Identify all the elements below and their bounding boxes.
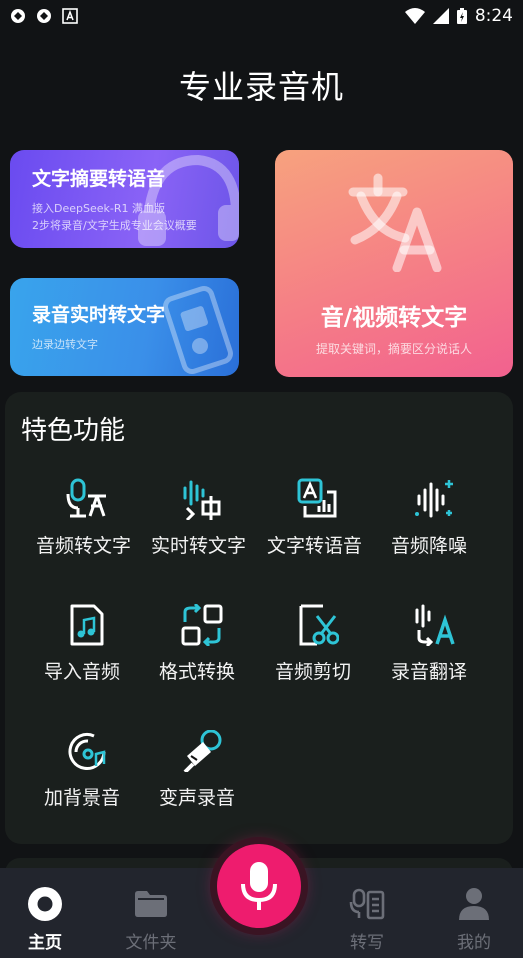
realtime-transcribe-card[interactable]: 录音实时转文字 边录边转文字 bbox=[10, 278, 239, 376]
av-card-title: 音/视频转文字 bbox=[320, 305, 468, 331]
a-notification-icon bbox=[62, 8, 78, 24]
recorder-icon bbox=[163, 286, 233, 374]
nav-item-home[interactable]: 主页 bbox=[0, 886, 90, 953]
summary-card-sub-1: 接入DeepSeek-R1 满血版 bbox=[32, 202, 165, 215]
translate-icon bbox=[348, 173, 442, 272]
status-left bbox=[10, 8, 78, 24]
microphone-icon bbox=[241, 862, 277, 910]
feature-audio-to-text[interactable]: 音频转文字 bbox=[30, 478, 140, 588]
transcribe-icon bbox=[349, 888, 385, 920]
feature-label: 音频剪切 bbox=[275, 661, 352, 683]
nav-label: 文件夹 bbox=[125, 933, 177, 953]
app-notification-icon bbox=[11, 9, 25, 23]
feature-label: 录音翻译 bbox=[391, 661, 468, 683]
feature-heading: 特色功能 bbox=[21, 416, 126, 446]
feature-label: 实时转文字 bbox=[151, 535, 247, 557]
av-card-sub: 提取关键词，摘要区分说话人 bbox=[315, 342, 472, 356]
status-right: 8:24 bbox=[404, 6, 513, 26]
profile-icon bbox=[459, 888, 489, 920]
feature-audio-cut[interactable]: 音频剪切 bbox=[261, 604, 371, 714]
realtime-card-sub: 边录边转文字 bbox=[32, 338, 98, 351]
nav-item-transcribe[interactable]: 转写 bbox=[322, 886, 412, 953]
feature-label: 导入音频 bbox=[44, 661, 121, 683]
feature-label: 音频降噪 bbox=[391, 535, 468, 557]
av-to-text-card[interactable]: 音/视频转文字 提取关键词，摘要区分说话人 bbox=[275, 150, 513, 377]
feature-voice-changer[interactable]: 变声录音 bbox=[145, 730, 255, 840]
format-convert-icon bbox=[181, 604, 223, 646]
home-icon bbox=[28, 887, 62, 921]
import-audio-icon bbox=[70, 604, 104, 646]
nav-item-folder[interactable]: 文件夹 bbox=[106, 886, 196, 953]
realtime-transcribe-icon bbox=[183, 480, 221, 520]
feature-recording-translate[interactable]: 录音翻译 bbox=[377, 604, 487, 714]
summary-to-speech-card[interactable]: 文字摘要转语音 接入DeepSeek-R1 满血版 2步将录音/文字生成专业会议… bbox=[10, 150, 239, 248]
noise-reduction-icon bbox=[415, 480, 453, 518]
app-notification-icon bbox=[37, 9, 51, 23]
folder-icon bbox=[135, 891, 167, 917]
realtime-card-title: 录音实时转文字 bbox=[32, 304, 166, 326]
audio-cut-icon bbox=[299, 604, 339, 646]
feature-label: 格式转换 bbox=[159, 661, 236, 683]
wifi-icon bbox=[404, 8, 425, 24]
feature-background-music[interactable]: 加背景音 bbox=[30, 730, 140, 840]
feature-realtime-transcribe[interactable]: 实时转文字 bbox=[145, 478, 255, 588]
feature-format-convert[interactable]: 格式转换 bbox=[145, 604, 255, 714]
signal-icon bbox=[432, 8, 449, 24]
summary-card-sub-2: 2步将录音/文字生成专业会议概要 bbox=[32, 219, 197, 232]
feature-label: 变声录音 bbox=[159, 787, 236, 809]
recording-translate-icon bbox=[415, 604, 455, 646]
feature-panel: 特色功能 音频转文字 实时转文字 文字转语音 音频降噪 导入音频 格式转换 音频… bbox=[5, 392, 513, 844]
feature-label: 加背景音 bbox=[44, 787, 121, 809]
feature-text-to-speech[interactable]: 文字转语音 bbox=[261, 478, 371, 588]
feature-label: 文字转语音 bbox=[267, 535, 363, 557]
summary-card-title: 文字摘要转语音 bbox=[32, 168, 166, 190]
status-time: 8:24 bbox=[474, 6, 513, 26]
text-to-speech-icon bbox=[297, 478, 337, 518]
feature-noise-reduction[interactable]: 音频降噪 bbox=[377, 478, 487, 588]
page-title: 专业录音机 bbox=[178, 68, 344, 106]
voice-changer-icon bbox=[183, 730, 222, 772]
status-bar: 8:24 bbox=[0, 0, 523, 32]
battery-icon bbox=[456, 8, 467, 24]
nav-label: 我的 bbox=[457, 933, 491, 953]
feature-import-audio[interactable]: 导入音频 bbox=[30, 604, 140, 714]
record-button[interactable] bbox=[217, 844, 301, 928]
nav-label: 转写 bbox=[350, 933, 384, 953]
audio-to-text-icon bbox=[66, 478, 106, 518]
nav-item-profile[interactable]: 我的 bbox=[429, 886, 519, 953]
background-music-icon bbox=[68, 733, 106, 770]
nav-label: 主页 bbox=[28, 933, 62, 953]
feature-label: 音频转文字 bbox=[36, 535, 132, 557]
